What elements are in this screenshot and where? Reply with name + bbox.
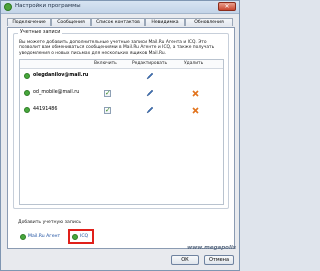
icq-highlight-box <box>68 229 94 244</box>
table-header: Включить Редактировать Удалить <box>20 60 223 69</box>
account-name: olegdanilov@mail.ru <box>33 73 89 78</box>
online-status-icon <box>24 73 30 79</box>
pencil-icon[interactable] <box>146 106 154 114</box>
header-delete: Удалить <box>184 61 204 66</box>
tab-contact-list[interactable]: Список контактов <box>91 18 145 26</box>
tab-messages[interactable]: Сообщения <box>51 18 91 26</box>
pencil-icon[interactable] <box>146 72 154 80</box>
enable-checkbox[interactable] <box>104 106 111 114</box>
app-icon <box>4 3 12 11</box>
tab-row-1: Подключение Сообщения Список контактов Н… <box>7 18 233 26</box>
table-row[interactable]: olegdanilov@mail.ru <box>20 70 223 83</box>
account-name: od_mobile@mail.ru <box>33 90 80 95</box>
header-enable: Включить <box>94 61 117 66</box>
accounts-description: Вы можете добавить дополнительные учетны… <box>19 40 215 56</box>
settings-window: Настройки программы ✕ Подключение Сообще… <box>0 0 240 271</box>
tab-updates[interactable]: Обновления <box>185 18 233 26</box>
online-status-icon <box>24 90 30 96</box>
delete-icon[interactable] <box>192 90 199 97</box>
close-button[interactable]: ✕ <box>218 2 236 11</box>
table-row[interactable]: od_mobile@mail.ru <box>20 87 223 100</box>
tab-connection[interactable]: Подключение <box>7 18 51 26</box>
watermark: www.megapolis <box>187 245 236 251</box>
table-row[interactable]: 44191486 <box>20 104 223 117</box>
accounts-panel: Учетные записи Вы можете добавить дополн… <box>7 27 235 249</box>
header-edit: Редактировать <box>132 61 168 66</box>
add-account-label: Добавить учетную запись <box>18 220 82 225</box>
group-title: Учетные записи <box>18 30 63 35</box>
title-bar[interactable]: Настройки программы ✕ <box>1 1 239 14</box>
mailru-agent-icon <box>20 234 26 240</box>
enable-checkbox[interactable] <box>104 89 111 97</box>
cancel-button[interactable]: Отмена <box>204 255 234 265</box>
delete-icon[interactable] <box>192 107 199 114</box>
window-title: Настройки программы <box>15 3 81 9</box>
online-status-icon <box>24 107 30 113</box>
ok-button[interactable]: ОК <box>171 255 199 265</box>
accounts-group: Учетные записи Вы можете добавить дополн… <box>13 30 229 209</box>
pencil-icon[interactable] <box>146 89 154 97</box>
accounts-table: Включить Редактировать Удалить olegdanil… <box>19 59 224 205</box>
tab-invisible[interactable]: Невидимка <box>145 18 185 26</box>
add-mailru-label: Mail.Ru Агент <box>28 234 61 239</box>
account-name: 44191486 <box>33 107 58 112</box>
